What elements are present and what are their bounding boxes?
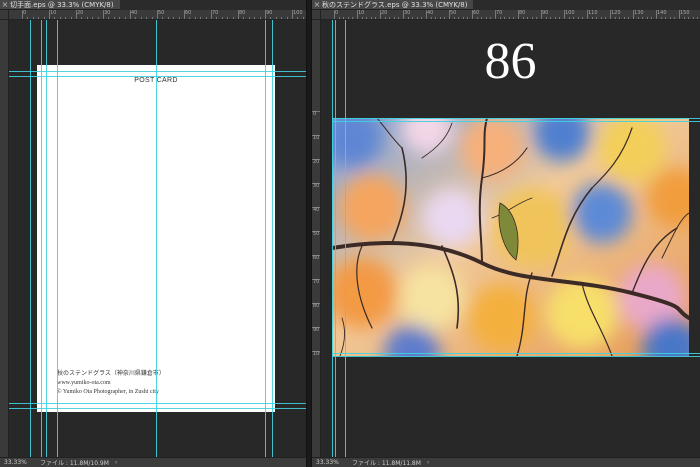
chevron-right-icon[interactable]: › [109,459,117,466]
close-icon[interactable]: × [312,0,322,10]
ruler-label: 30 [404,10,411,16]
ruler-origin[interactable] [312,10,321,20]
guide-line[interactable] [9,403,306,404]
vertical-ruler[interactable] [0,20,9,457]
guide-line[interactable] [332,353,700,354]
vertical-ruler[interactable]: 0 10 20 30 40 50 60 70 80 90 100 [312,20,321,457]
ruler-label: 60 [185,10,192,16]
credit-block: 秋のステンドグラス（神奈川県鎌倉市） www.yumiko-ota.com © … [57,370,165,397]
guide-line[interactable] [9,71,306,72]
ruler-label: 40 [313,207,320,213]
ruler-label: 50 [313,231,320,237]
ruler-label: 10 [313,135,320,141]
guide-line[interactable] [30,20,31,457]
document-tab[interactable]: × 切手面.eps @ 33.3% (CMYK/8) [0,0,120,10]
right-document-window: × 秋のステンドグラス.eps @ 33.3% (CMYK/8) 0 10 20 30… [312,0,700,467]
status-bar: 33.33% ファイル : 11.8M/11.8M › [312,457,700,467]
ruler-origin[interactable] [0,10,9,20]
ruler-label: 20 [77,10,84,16]
document-title: 切手面.eps @ 33.3% (CMYK/8) [10,0,114,9]
ruler-label: 60 [473,10,480,16]
guide-line[interactable] [41,20,42,457]
guide-line[interactable] [332,118,700,119]
ruler-label: 70 [313,279,320,285]
ruler-label: 0 [23,10,27,16]
guide-line[interactable] [9,76,306,77]
file-size-info: ファイル : 11.8M/11.8M [352,460,421,467]
page-number: 86 [484,33,537,90]
ruler-label: 20 [313,159,320,165]
ruler-label: 10 [50,10,57,16]
ruler-label: 60 [313,255,320,261]
ruler-label: 20 [381,10,388,16]
ruler-label: 100 [565,10,575,16]
ruler-label: 70 [212,10,219,16]
ruler-label: 40 [427,10,434,16]
document-tab[interactable]: × 秋のステンドグラス.eps @ 33.3% (CMYK/8) [312,0,474,10]
ruler-label: 110 [588,10,598,16]
guide-line[interactable] [345,20,346,457]
credit-title: 秋のステンドグラス（神奈川県鎌倉市） [57,371,165,377]
left-document-window: × 切手面.eps @ 33.3% (CMYK/8) 0 10 20 30 40 50 60… [0,0,306,467]
ruler-label: 100 [313,351,320,357]
ruler-label: 90 [266,10,273,16]
chevron-right-icon[interactable]: › [421,459,429,466]
horizontal-ruler[interactable]: 0 10 20 30 40 50 60 70 80 90 100 110 120 130 140 150 [321,10,700,20]
ruler-label: 150 [680,10,690,16]
ruler-label: 50 [158,10,165,16]
ruler-label: 40 [131,10,138,16]
ruler-label: 140 [657,10,667,16]
ruler-label: 10 [358,10,365,16]
guide-line[interactable] [335,20,336,457]
guide-line[interactable] [57,20,58,457]
credit-copyright: © Yumiko Ota Photographer, in Zushi city [57,389,159,395]
ruler-label: 70 [496,10,503,16]
ruler-label: 80 [313,303,320,309]
canvas-area[interactable]: 86 [321,20,700,457]
ruler-label: 50 [450,10,457,16]
ruler-label: 80 [519,10,526,16]
guide-line[interactable] [46,20,47,457]
guide-line[interactable] [332,121,700,122]
ruler-label: 0 [335,10,339,16]
close-icon[interactable]: × [0,0,10,10]
guide-line[interactable] [9,408,306,409]
ruler-label: 120 [611,10,621,16]
autumn-leaves-photo [332,118,689,356]
guide-line[interactable] [332,20,333,457]
ruler-label: 80 [239,10,246,16]
ruler-label: 90 [542,10,549,16]
photo-image [332,118,689,356]
credit-website: www.yumiko-ota.com [57,380,111,386]
horizontal-ruler[interactable]: 0 10 20 30 40 50 60 70 80 90 100 [9,10,306,20]
canvas-area[interactable]: POST CARD 秋のステンドグラス（神奈川県鎌倉市） www.yumiko-… [9,20,306,457]
guide-line[interactable] [265,20,266,457]
ruler-label: 0 [313,111,317,117]
guide-line[interactable] [156,20,157,457]
ruler-label: 30 [313,183,320,189]
guide-line[interactable] [332,356,700,357]
ruler-label: 90 [313,327,320,333]
ruler-label: 30 [104,10,111,16]
zoom-level[interactable]: 33.33% [0,459,36,466]
file-size-info: ファイル : 11.8M/10.9M [40,460,109,467]
zoom-level[interactable]: 33.33% [312,459,348,466]
guide-line[interactable] [272,20,273,457]
ruler-label: 100 [293,10,303,16]
ruler-label: 130 [634,10,644,16]
document-title: 秋のステンドグラス.eps @ 33.3% (CMYK/8) [322,0,468,9]
status-bar: 33.33% ファイル : 11.8M/10.9M › [0,457,306,467]
